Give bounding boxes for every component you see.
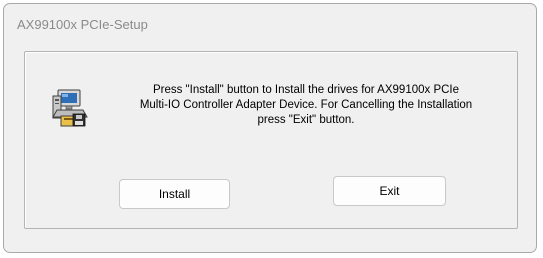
setup-computer-icon: [49, 86, 93, 130]
title-bar[interactable]: AX99100x PCIe-Setup: [4, 4, 536, 41]
setup-dialog-window: AX99100x PCIe-Setup Press "Install" butt…: [3, 3, 537, 253]
message-line-2: Multi-IO Controller Adapter Device. For …: [139, 99, 473, 111]
install-message: Press "Install" button to Install the dr…: [109, 83, 503, 128]
install-button[interactable]: Install: [119, 179, 230, 209]
window-title: AX99100x PCIe-Setup: [17, 17, 148, 32]
message-line-3: press "Exit" button.: [257, 114, 355, 126]
exit-button[interactable]: Exit: [333, 176, 446, 206]
dialog-group-box: Press "Install" button to Install the dr…: [24, 51, 518, 229]
message-line-1: Press "Install" button to Install the dr…: [152, 84, 460, 96]
